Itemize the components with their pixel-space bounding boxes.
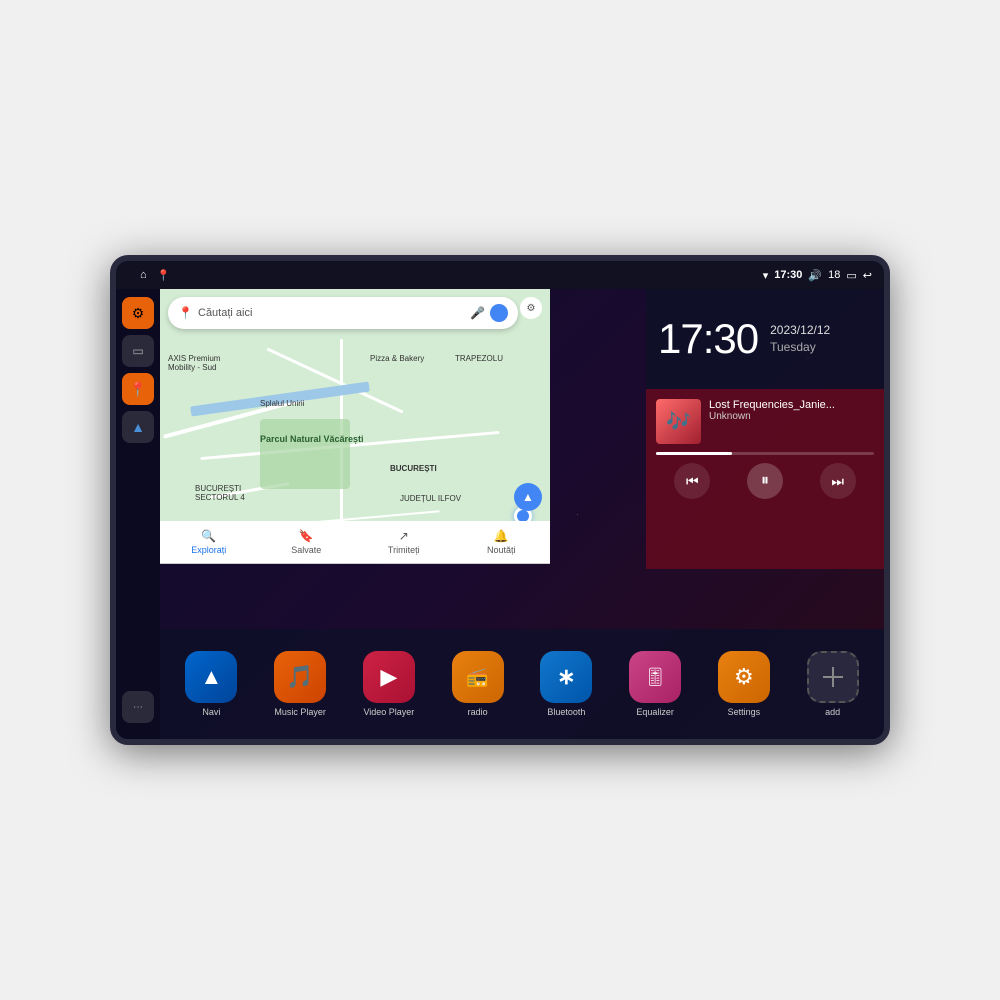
status-right-icons: ▾ 17:30 🔊 18 ▭ ↩ <box>763 269 872 282</box>
google-maps-icon: 📍 <box>178 306 192 320</box>
app-music-player[interactable]: 🎵 Music Player <box>259 651 342 717</box>
radio-icon: 📻 <box>452 651 504 703</box>
equalizer-icon: 🎚 <box>629 651 681 703</box>
sidebar-maps-btn[interactable]: 📍 <box>122 373 154 405</box>
music-pause-btn[interactable]: ⏸ <box>747 463 783 499</box>
settings-icon: ⚙ <box>132 305 145 322</box>
app-navi-label: Navi <box>202 707 220 717</box>
status-time: 17:30 <box>774 269 802 281</box>
music-player-icon: 🎵 <box>274 651 326 703</box>
map-nav-saved[interactable]: 🔖 Salvate <box>258 529 356 555</box>
sidebar-files-btn[interactable]: ▭ <box>122 335 154 367</box>
map-search-bar[interactable]: 📍 Căutați aici 🎤 <box>168 297 518 329</box>
map-nav-saved-label: Salvate <box>291 545 321 555</box>
clock-time: 17:30 <box>658 315 758 363</box>
explore-icon: 🔍 <box>201 529 216 543</box>
map-account-icon[interactable] <box>490 304 508 322</box>
app-radio-label: radio <box>468 707 488 717</box>
volume-icon: 🔊 <box>808 269 822 282</box>
bluetooth-icon: ∗ <box>540 651 592 703</box>
music-details: Lost Frequencies_Janie... Unknown <box>709 399 874 422</box>
map-label-jud: JUDEȚUL ILFOV <box>400 494 461 503</box>
sidebar-settings-btn[interactable]: ⚙ <box>122 297 154 329</box>
navi-icon: ▲ <box>185 651 237 703</box>
back-icon[interactable]: ↩ <box>863 269 872 282</box>
sidebar-apps-btn[interactable]: ⋯ <box>122 691 154 723</box>
map-label-splaiul: Splalul Unirii <box>260 399 304 408</box>
app-navi[interactable]: ▲ Navi <box>170 651 253 717</box>
app-add[interactable]: add <box>791 651 874 717</box>
saved-icon: 🔖 <box>299 529 314 543</box>
map-search-text[interactable]: Căutați aici <box>198 307 464 319</box>
map-nav-send-label: Trimiteți <box>388 545 420 555</box>
map-nav-news-label: Noutăți <box>487 545 516 555</box>
video-player-icon: ▶ <box>363 651 415 703</box>
map-label-buc: BUCUREȘTI <box>390 464 437 473</box>
map-label-trapez: TRAPEZOLU <box>455 354 503 363</box>
battery-level: 18 <box>828 269 840 281</box>
music-progress-fill <box>656 452 732 455</box>
map-bottom-nav: 🔍 Explorați 🔖 Salvate ↗ Trimiteți 🔔 Nout… <box>160 521 550 563</box>
app-video-player[interactable]: ▶ Video Player <box>348 651 431 717</box>
music-progress-bar[interactable] <box>656 452 874 455</box>
map-label-sector: BUCUREȘTISECTORUL 4 <box>195 484 245 502</box>
map-area[interactable]: AXIS PremiumMobility - Sud Splalul Uniri… <box>160 289 550 564</box>
sidebar-nav-btn[interactable]: ▲ <box>122 411 154 443</box>
map-icon: 📍 <box>129 381 146 398</box>
status-bar: ⌂ 📍 ▾ 17:30 🔊 18 ▭ ↩ <box>116 261 884 289</box>
map-nav-explore[interactable]: 🔍 Explorați <box>160 529 258 555</box>
nav-icon: ▲ <box>131 419 145 435</box>
music-next-btn[interactable]: ⏭ <box>820 463 856 499</box>
music-title: Lost Frequencies_Janie... <box>709 399 874 411</box>
app-music-label: Music Player <box>274 707 326 717</box>
settings-app-icon: ⚙ <box>718 651 770 703</box>
right-panel: 17:30 2023/12/12 Tuesday 🎶 Lost Frequenc… <box>646 289 884 569</box>
app-bluetooth-label: Bluetooth <box>547 707 585 717</box>
app-settings-label: Settings <box>728 707 761 717</box>
map-label-axis: AXIS PremiumMobility - Sud <box>168 354 220 372</box>
app-video-label: Video Player <box>363 707 414 717</box>
music-info: 🎶 Lost Frequencies_Janie... Unknown <box>656 399 874 444</box>
app-bluetooth[interactable]: ∗ Bluetooth <box>525 651 608 717</box>
music-controls: ⏮ ⏸ ⏭ <box>656 463 874 499</box>
clock-panel: 17:30 2023/12/12 Tuesday <box>646 289 884 389</box>
music-album-art: 🎶 <box>656 399 701 444</box>
clock-date: 2023/12/12 Tuesday <box>770 322 830 356</box>
music-panel: 🎶 Lost Frequencies_Janie... Unknown ⏮ ⏸ … <box>646 389 884 569</box>
battery-icon: ▭ <box>846 269 856 282</box>
map-status-icon[interactable]: 📍 <box>157 269 171 282</box>
news-icon: 🔔 <box>494 529 509 543</box>
send-icon: ↗ <box>399 529 409 543</box>
wifi-icon: ▾ <box>763 269 769 282</box>
clock-date-value: 2023/12/12 <box>770 322 830 339</box>
app-grid: ▲ Navi 🎵 Music Player ▶ Video Player 📻 <box>160 629 884 739</box>
status-left-icons: ⌂ 📍 <box>128 261 182 289</box>
app-radio[interactable]: 📻 radio <box>436 651 519 717</box>
voice-search-icon[interactable]: 🎤 <box>470 306 484 320</box>
music-artist: Unknown <box>709 411 874 422</box>
device-frame: ⌂ 📍 ▾ 17:30 🔊 18 ▭ ↩ ⚙ <box>110 255 890 745</box>
app-equalizer-label: Equalizer <box>636 707 674 717</box>
add-app-icon <box>807 651 859 703</box>
files-icon: ▭ <box>132 344 143 358</box>
map-navigate-btn[interactable]: ▲ <box>514 483 542 511</box>
home-icon[interactable]: ⌂ <box>140 269 147 281</box>
app-equalizer[interactable]: 🎚 Equalizer <box>614 651 697 717</box>
map-label-pizza: Pizza & Bakery <box>370 354 424 363</box>
map-nav-news[interactable]: 🔔 Noutăți <box>453 529 551 555</box>
music-prev-btn[interactable]: ⏮ <box>674 463 710 499</box>
app-settings[interactable]: ⚙ Settings <box>703 651 786 717</box>
map-nav-send[interactable]: ↗ Trimiteți <box>355 529 453 555</box>
map-label-parcul: Parcul Natural Văcărești <box>260 434 364 444</box>
add-svg-icon <box>819 663 847 691</box>
apps-grid-icon: ⋯ <box>133 702 143 713</box>
map-settings-btn[interactable]: ⚙ <box>520 297 542 319</box>
sidebar: ⚙ ▭ 📍 ▲ ⋯ <box>116 289 160 739</box>
main-content: ⚙ ▭ 📍 ▲ ⋯ <box>116 289 884 739</box>
app-add-label: add <box>825 707 840 717</box>
clock-day: Tuesday <box>770 339 830 356</box>
map-nav-explore-label: Explorați <box>191 545 226 555</box>
